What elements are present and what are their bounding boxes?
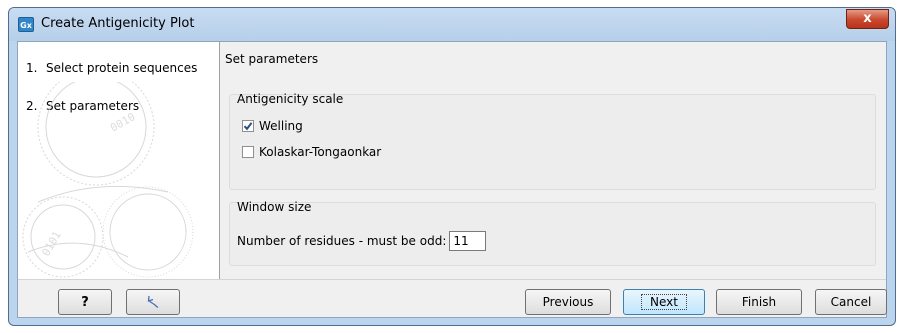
parameters-panel: Set parameters Antigenicity scale Wellin… <box>219 42 886 279</box>
next-button-label: Next <box>641 294 687 310</box>
welling-checkbox[interactable] <box>242 120 254 132</box>
previous-button[interactable]: Previous <box>525 289 611 315</box>
residues-input[interactable] <box>449 231 487 251</box>
panel-title: Set parameters <box>225 52 319 66</box>
wizard-steps: 1. Select protein sequences 2. Set paramet… <box>18 42 220 279</box>
close-button[interactable]: x <box>846 9 889 29</box>
kolaskar-tongaonkar-label: Kolaskar-Tongaonkar <box>259 145 382 159</box>
welling-option[interactable]: Welling <box>242 119 303 133</box>
kolaskar-tongaonkar-checkbox[interactable] <box>242 146 254 158</box>
welling-label: Welling <box>259 119 303 133</box>
finish-button[interactable]: Finish <box>716 289 802 315</box>
title-bar[interactable]: Gx Create Antigenicity Plot x <box>9 8 895 41</box>
group-label: Window size <box>237 200 312 214</box>
dialog-window: Gx Create Antigenicity Plot x 1. Select p… <box>8 7 896 326</box>
step-select-protein-sequences: 1. Select protein sequences <box>26 61 197 75</box>
kolaskar-tongaonkar-option[interactable]: Kolaskar-Tongaonkar <box>242 145 381 159</box>
step-label: Select protein sequences <box>46 61 198 75</box>
dna-watermark-graphic: 0010 0101 <box>22 82 194 278</box>
antigenicity-scale-group: Antigenicity scale Welling Kolaskar-Tong… <box>229 92 876 190</box>
cancel-button[interactable]: Cancel <box>815 289 887 315</box>
reset-button[interactable] <box>126 289 180 315</box>
app-icon: Gx <box>18 17 34 32</box>
checkmark-icon <box>243 122 253 131</box>
step-number: 1. <box>26 61 38 75</box>
group-label: Antigenicity scale <box>237 92 344 106</box>
button-bar: ? Previous Next Finish Cancel <box>18 279 887 317</box>
reset-arrow-icon <box>147 295 159 309</box>
residues-label: Number of residues - must be odd: <box>237 234 447 248</box>
dialog-content: 1. Select protein sequences 2. Set paramet… <box>17 41 887 318</box>
window-title: Create Antigenicity Plot <box>41 16 195 31</box>
residues-field-row: Number of residues - must be odd: <box>237 231 487 251</box>
next-button[interactable]: Next <box>623 289 705 315</box>
window-size-group: Window size Number of residues - must be… <box>229 200 876 266</box>
svg-text:0010: 0010 <box>108 110 137 135</box>
help-button[interactable]: ? <box>58 289 112 315</box>
